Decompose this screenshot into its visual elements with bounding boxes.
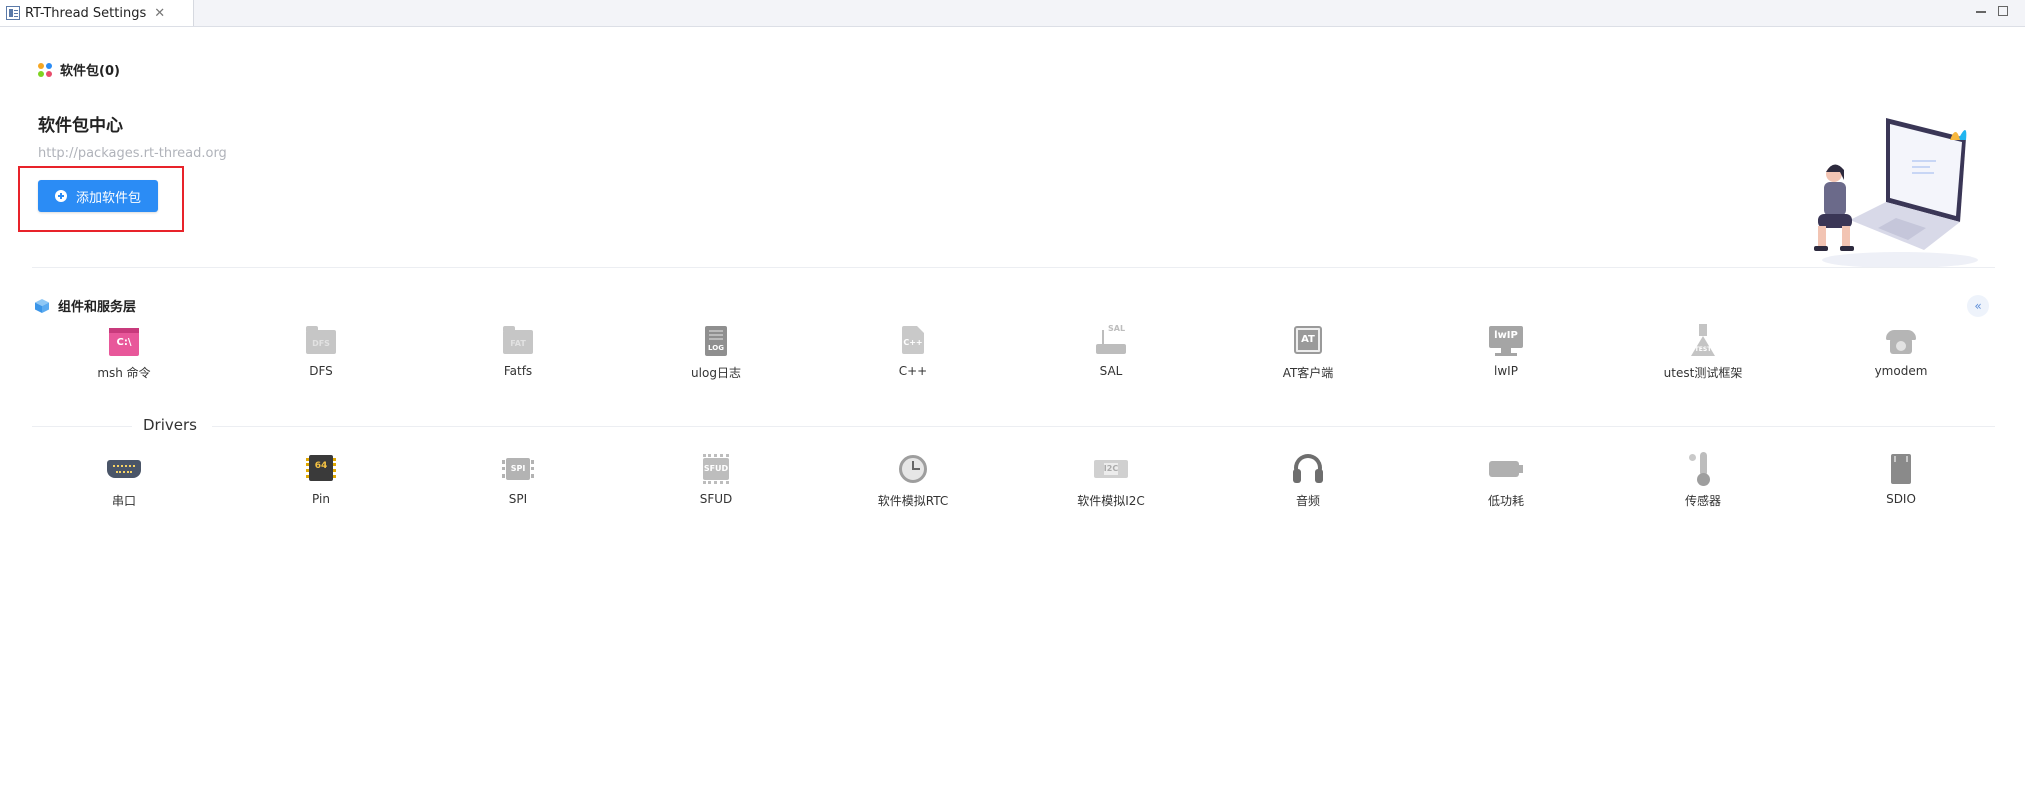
component-ulog[interactable]: LOG ulog日志 <box>656 324 776 381</box>
section-divider <box>32 267 1995 268</box>
tab-title: RT-Thread Settings <box>25 5 147 21</box>
drivers-grid: 串口 64 Pin SPI SPI SFUD SFUD 软件模拟RTC I2C … <box>0 452 2025 512</box>
laptop-illustration <box>1814 118 1978 268</box>
router-icon: SAL <box>1094 324 1128 358</box>
headphones-icon <box>1291 452 1325 486</box>
sd-card-icon <box>1884 452 1918 486</box>
terminal-icon: C:\ <box>107 324 141 358</box>
driver-label: SPI <box>508 492 528 506</box>
driver-label: SFUD <box>699 492 733 506</box>
i2c-icon: I2C <box>1094 452 1128 486</box>
packages-title: 软件包(0) <box>60 64 120 79</box>
component-label: msh 命令 <box>97 366 151 380</box>
component-label: C++ <box>898 364 928 378</box>
editor-tab-bar: RT-Thread Settings ✕ <box>0 0 2025 27</box>
component-sal[interactable]: SAL SAL <box>1051 324 1171 378</box>
flask-icon: TEST <box>1686 324 1720 358</box>
driver-sdio[interactable]: SDIO <box>1841 452 1961 506</box>
chip-icon: 64 <box>304 452 338 486</box>
tab-rt-thread-settings[interactable]: RT-Thread Settings ✕ <box>0 0 194 26</box>
component-dfs[interactable]: DFS DFS <box>261 324 381 378</box>
driver-soft-i2c[interactable]: I2C 软件模拟I2C <box>1051 452 1171 509</box>
drivers-divider-left <box>32 426 132 427</box>
spi-icon: SPI <box>501 452 535 486</box>
log-icon: LOG <box>699 324 733 358</box>
component-label: DFS <box>309 364 333 378</box>
component-ymodem[interactable]: ymodem <box>1841 324 1961 378</box>
components-grid: C:\ msh 命令 DFS DFS FAT Fatfs LOG ulog日志 … <box>0 324 2025 384</box>
cube-icon <box>35 298 49 313</box>
driver-label: 软件模拟I2C <box>1077 494 1145 508</box>
component-label: utest测试框架 <box>1663 366 1743 380</box>
package-center-title: 软件包中心 <box>38 116 123 136</box>
component-label: SAL <box>1099 364 1123 378</box>
component-utest[interactable]: TEST utest测试框架 <box>1643 324 1763 381</box>
component-at-client[interactable]: AT AT客户端 <box>1248 324 1368 381</box>
thermometer-icon <box>1686 452 1720 486</box>
component-label: lwIP <box>1494 364 1518 378</box>
add-package-button[interactable]: 添加软件包 <box>38 180 158 212</box>
packages-logo-icon <box>38 62 52 77</box>
minimize-icon[interactable] <box>1976 7 1986 13</box>
maximize-icon[interactable] <box>1998 6 2008 16</box>
driver-low-power[interactable]: 低功耗 <box>1446 452 1566 509</box>
settings-file-icon <box>6 6 20 20</box>
close-icon[interactable]: ✕ <box>154 6 165 21</box>
component-fatfs[interactable]: FAT Fatfs <box>458 324 578 378</box>
serial-port-icon <box>107 452 141 486</box>
driver-label: 低功耗 <box>1487 494 1524 508</box>
driver-spi[interactable]: SPI SPI <box>458 452 578 506</box>
flash-chip-icon: SFUD <box>699 452 733 486</box>
driver-label: Pin <box>312 492 330 506</box>
driver-audio[interactable]: 音频 <box>1248 452 1368 509</box>
folder-icon: FAT <box>501 324 535 358</box>
driver-label: 串口 <box>111 494 136 508</box>
folder-icon: DFS <box>304 324 338 358</box>
component-label: AT客户端 <box>1282 366 1334 380</box>
document-icon: C++ <box>896 324 930 358</box>
driver-label: 软件模拟RTC <box>877 494 949 508</box>
component-msh[interactable]: C:\ msh 命令 <box>64 324 184 381</box>
driver-label: 传感器 <box>1684 494 1721 508</box>
component-lwip[interactable]: lwIP lwIP <box>1446 324 1566 378</box>
component-label: ymodem <box>1874 364 1928 378</box>
monitor-icon: lwIP <box>1489 324 1523 358</box>
collapse-icon[interactable]: « <box>1967 295 1989 317</box>
plus-circle-icon <box>54 190 67 202</box>
package-center-url[interactable]: http://packages.rt-thread.org <box>38 146 227 161</box>
components-title: 组件和服务层 <box>58 300 137 315</box>
clock-icon <box>896 452 930 486</box>
add-package-label: 添加软件包 <box>75 189 141 205</box>
driver-sfud[interactable]: SFUD SFUD <box>656 452 776 506</box>
component-label: Fatfs <box>503 364 533 378</box>
drivers-divider-right <box>212 426 1995 427</box>
driver-serial[interactable]: 串口 <box>64 452 184 509</box>
components-section-header: 组件和服务层 <box>34 296 136 315</box>
battery-icon <box>1489 452 1523 486</box>
component-cpp[interactable]: C++ C++ <box>853 324 973 378</box>
component-label: ulog日志 <box>691 366 741 380</box>
at-icon: AT <box>1291 324 1325 358</box>
driver-pin[interactable]: 64 Pin <box>261 452 381 506</box>
driver-soft-rtc[interactable]: 软件模拟RTC <box>853 452 973 509</box>
phone-icon <box>1884 324 1918 358</box>
driver-label: 音频 <box>1295 494 1320 508</box>
driver-sensor[interactable]: 传感器 <box>1643 452 1763 509</box>
drivers-title: Drivers <box>143 416 197 434</box>
packages-section-header: 软件包(0) <box>38 60 120 79</box>
driver-label: SDIO <box>1886 492 1916 506</box>
